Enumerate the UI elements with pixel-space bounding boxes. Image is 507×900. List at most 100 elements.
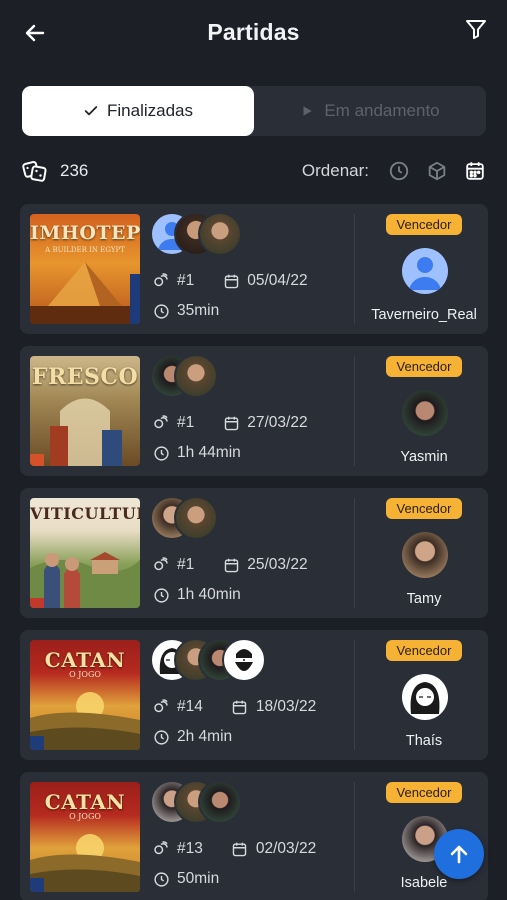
match-date: 27/03/22: [247, 414, 308, 431]
match-date: 18/03/22: [255, 698, 317, 715]
game-cover: VITICULTURE: [30, 498, 140, 608]
winner-section: Vencedor Thaís: [360, 630, 488, 760]
match-card[interactable]: CATAN O JOGO #13 02/03/22 50min Vencedor: [20, 772, 488, 900]
sort-bar: Ordenar:: [302, 155, 487, 187]
filter-icon: [466, 20, 486, 39]
match-duration: 2h 4min: [177, 728, 233, 745]
box-icon: [428, 161, 446, 181]
status-tabs: Finalizadas Em andamento: [22, 86, 486, 136]
sort-by-game-button[interactable]: [425, 159, 449, 183]
game-cover-title: CATAN: [44, 648, 126, 672]
avatar: [222, 638, 266, 682]
match-meta: #1 27/03/22 1h 44min: [152, 412, 308, 472]
match-card[interactable]: VITICULTURE #1 25/03/22 1h 40min Vencedo…: [20, 488, 488, 618]
match-duration: 50min: [177, 870, 220, 887]
winner-name: Tamy: [406, 591, 442, 607]
players-icon: [154, 557, 168, 571]
winner-badge: Vencedor: [386, 498, 462, 519]
avatar: [198, 780, 242, 824]
calendar-icon: [224, 416, 238, 430]
game-cover-title: VITICULTURE: [30, 504, 140, 523]
card-divider: [354, 498, 355, 608]
sort-by-date-button[interactable]: [463, 159, 487, 183]
match-duration: 1h 44min: [177, 444, 241, 461]
sort-by-duration-button[interactable]: [387, 159, 411, 183]
header: Partidas: [0, 0, 507, 68]
avatar: [198, 212, 242, 256]
match-date: 25/03/22: [247, 556, 308, 573]
tab-finalizadas[interactable]: Finalizadas: [22, 86, 254, 136]
filter-button[interactable]: [461, 14, 491, 44]
winner-name: Taverneiro_Real: [371, 307, 477, 323]
game-cover-subtitle: O JOGO: [69, 812, 101, 821]
card-divider: [354, 214, 355, 324]
calendar-icon: [233, 700, 247, 714]
clock-icon: [153, 445, 169, 461]
winner-avatar: [402, 390, 448, 436]
players-icon: [154, 699, 168, 713]
calendar-icon: [466, 162, 484, 180]
winner-name: Thaís: [405, 733, 443, 749]
winner-name: Isabele: [400, 875, 448, 891]
match-rank: #1: [177, 414, 195, 431]
arrow-up-icon: [450, 845, 468, 864]
match-date: 02/03/22: [255, 840, 317, 857]
game-cover: CATAN O JOGO: [30, 640, 140, 750]
winner-section: Vencedor Tamy: [360, 488, 488, 618]
avatar: [174, 496, 218, 540]
match-rank: #1: [177, 556, 195, 573]
play-icon: [303, 106, 313, 116]
winner-badge: Vencedor: [386, 782, 462, 803]
match-duration: 1h 40min: [177, 586, 241, 603]
winner-avatar: [402, 532, 448, 578]
clock-icon: [389, 161, 409, 181]
calendar-icon: [224, 274, 238, 288]
dice-icon: [22, 161, 47, 182]
match-card[interactable]: IMHOTEP A BUILDER IN EGYPT #1 05/04/22 3…: [20, 204, 488, 334]
players-icon: [154, 415, 168, 429]
tab-em-andamento[interactable]: Em andamento: [254, 86, 486, 136]
clock-icon: [153, 729, 169, 745]
match-card[interactable]: CATAN O JOGO #14 18/03/22 2h 4min Venced…: [20, 630, 488, 760]
winner-badge: Vencedor: [386, 214, 462, 235]
winner-section: Vencedor Yasmin: [360, 346, 488, 476]
match-count: 236: [22, 155, 88, 187]
match-rank: #14: [177, 698, 203, 715]
avatar: [174, 354, 218, 398]
check-icon: [84, 106, 98, 116]
match-meta: #14 18/03/22 2h 4min: [152, 696, 316, 756]
game-cover: CATAN O JOGO: [30, 782, 140, 892]
match-card[interactable]: FRESCO #1 27/03/22 1h 44min Vencedor Yas…: [20, 346, 488, 476]
winner-badge: Vencedor: [386, 356, 462, 377]
match-count-value: 236: [60, 161, 89, 180]
page-title: Partidas: [207, 19, 300, 45]
game-cover-title: CATAN: [44, 790, 126, 814]
clock-icon: [153, 587, 169, 603]
clock-icon: [153, 303, 169, 319]
match-meta: #1 25/03/22 1h 40min: [152, 554, 308, 614]
clock-icon: [153, 871, 169, 887]
sort-label: Ordenar:: [301, 161, 369, 180]
winner-name: Yasmin: [400, 449, 448, 465]
winner-badge: Vencedor: [386, 640, 462, 661]
game-cover-title: FRESCO: [31, 364, 139, 390]
game-cover: IMHOTEP A BUILDER IN EGYPT: [30, 214, 140, 324]
game-cover-subtitle: O JOGO: [69, 670, 101, 679]
players-icon: [154, 841, 168, 855]
scroll-top-button[interactable]: [434, 829, 484, 879]
game-cover-title: IMHOTEP: [30, 222, 140, 244]
match-duration: 35min: [177, 302, 220, 319]
winner-section: Vencedor Taverneiro_Real: [360, 204, 488, 334]
calendar-icon: [233, 842, 247, 856]
tab-finalizadas-label: Finalizadas: [107, 101, 193, 120]
match-rank: #1: [177, 272, 195, 289]
match-rank: #13: [177, 840, 203, 857]
tab-em-andamento-label: Em andamento: [324, 101, 440, 120]
game-cover: FRESCO: [30, 356, 140, 466]
winner-avatar: [402, 674, 448, 720]
calendar-icon: [224, 558, 238, 572]
match-meta: #1 05/04/22 35min: [152, 270, 308, 330]
card-divider: [354, 782, 355, 892]
match-date: 05/04/22: [247, 272, 308, 289]
game-cover-subtitle: A BUILDER IN EGYPT: [45, 246, 125, 254]
